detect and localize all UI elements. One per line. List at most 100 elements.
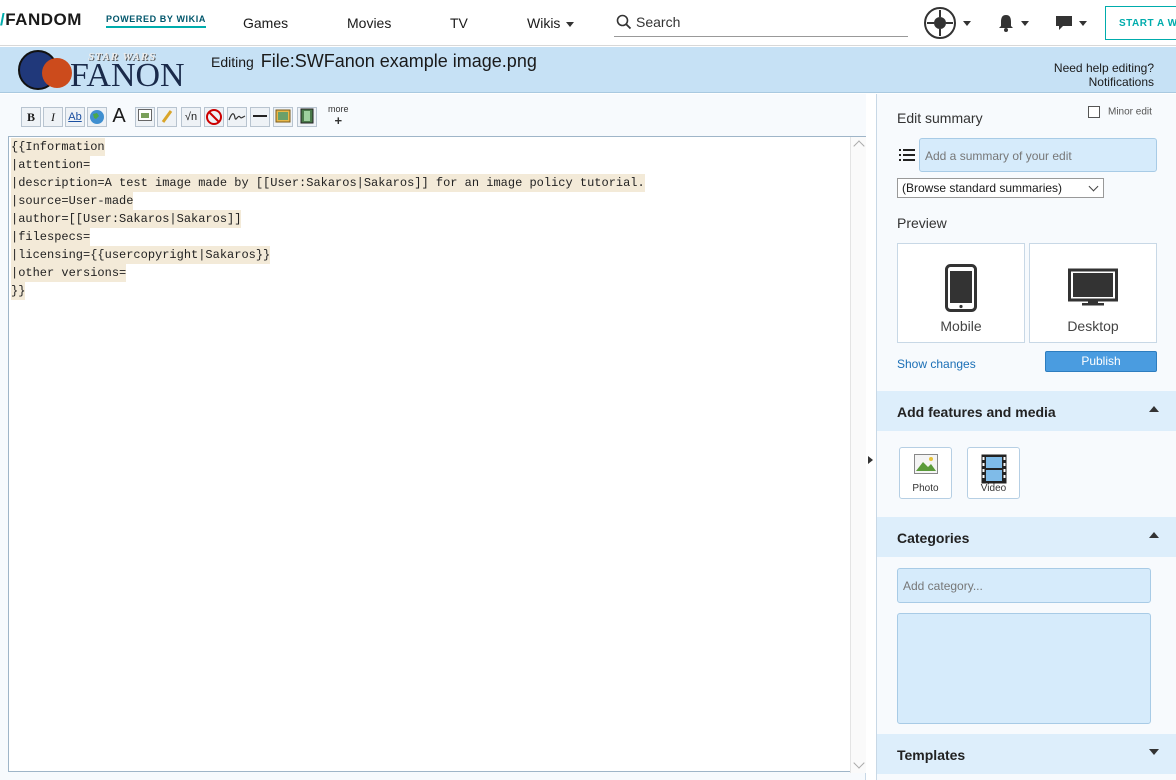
math-formula-button[interactable]: √n [181,107,201,127]
gallery-icon [275,109,291,123]
code-line: |other versions= [11,264,127,282]
video-film-icon [981,454,1006,484]
templates-heading: Templates [897,747,966,763]
scroll-down-icon[interactable] [853,757,865,769]
code-line: |author=[[User:Sakaros|Sakaros]] [11,210,242,228]
code-line: |licensing={{usercopyright|Sakaros}} [11,246,271,264]
photo-label: Photo [912,483,939,494]
chevron-down-icon [1079,20,1087,26]
edit-summary-input[interactable]: Add a summary of your edit [919,138,1157,172]
embedded-image-button[interactable] [135,107,155,127]
image-icon [138,109,152,121]
wiki-logo[interactable]: STAR WARS FANON [18,50,193,94]
user-avatar-menu[interactable] [923,7,971,39]
features-media-heading: Add features and media [897,404,1056,420]
collapse-up-icon [1149,532,1159,538]
chevron-down-icon [963,20,971,26]
add-photo-button[interactable]: Photo [899,447,952,499]
chevron-down-icon [1021,20,1029,26]
expand-down-icon [1149,749,1159,755]
notifications-menu[interactable] [997,8,1029,38]
start-a-wiki-button[interactable]: START A WIKI [1105,6,1176,40]
music-note-icon [161,110,173,123]
rebel-emblem-icon [42,58,72,88]
publish-button[interactable]: Publish [1045,351,1157,372]
logo-fanon-text: FANON [70,57,185,94]
standard-summaries-select[interactable]: (Browse standard summaries) [897,178,1104,198]
messages-menu[interactable] [1055,8,1087,38]
chevron-down-icon [1088,181,1099,192]
media-file-button[interactable] [157,107,177,127]
fandom-logo[interactable]: /FANDOM [0,10,82,30]
nav-movies[interactable]: Movies [347,15,391,31]
templates-header[interactable]: Templates [877,734,1176,774]
checkbox-icon[interactable] [1088,106,1100,118]
photo-icon [913,454,938,474]
collapse-up-icon [1149,406,1159,412]
nav-wikis[interactable]: Wikis [527,15,575,31]
external-link-button[interactable] [87,107,107,127]
wiki-header: STAR WARS FANON Editing File:SWFanon exa… [0,47,1176,94]
summary-select-value: (Browse standard summaries) [902,181,1063,195]
desktop-monitor-icon [1068,268,1118,306]
search-label: Search [636,14,681,30]
chevron-down-icon [566,21,575,27]
list-icon [899,149,915,161]
preview-desktop-button[interactable]: Desktop [1029,243,1157,343]
italic-button[interactable]: I [43,107,63,127]
summary-row: Add a summary of your edit [897,138,1157,172]
notifications-link[interactable]: Notifications [1054,75,1154,89]
powered-by-wikia[interactable]: POWERED BY WIKIA [106,14,206,28]
plus-icon: + [334,113,343,128]
signature-button[interactable] [227,107,247,127]
horizontal-line-button[interactable] [250,107,270,127]
nav-wikis-label: Wikis [527,15,561,31]
wikitext-textarea[interactable]: {{Information |attention= |description=A… [8,136,866,773]
video-toolbar-button[interactable] [297,107,317,127]
code-line: }} [11,282,26,300]
bell-icon [999,15,1013,32]
chat-bubble-icon [1056,16,1072,30]
categories-heading: Categories [897,530,970,546]
bold-button[interactable]: B [21,107,41,127]
headline-button[interactable]: A [109,106,129,127]
help-links: Need help editing? Notifications [1054,61,1154,89]
editor-toolbar: B I Ab A √n more + [0,94,866,136]
minor-edit-label: Minor edit [1108,106,1152,118]
help-editing-link[interactable]: Need help editing? [1054,61,1154,75]
categories-header[interactable]: Categories [877,517,1176,557]
internal-link-button[interactable]: Ab [65,107,85,127]
scroll-up-icon[interactable] [853,140,865,152]
show-changes-link[interactable]: Show changes [897,357,976,371]
global-navigation: /FANDOM POWERED BY WIKIA Games Movies TV… [0,0,1176,46]
gallery-button[interactable] [273,107,293,127]
collapse-rail-icon[interactable] [868,456,873,464]
add-video-button[interactable]: Video [967,447,1020,499]
film-strip-icon [300,108,314,124]
no-wiki-icon [206,109,222,125]
horizontal-line-icon [253,115,267,117]
globe-icon [90,110,104,124]
features-media-header[interactable]: Add features and media [877,391,1176,431]
add-category-input[interactable]: Add category... [897,568,1151,603]
preview-mobile-button[interactable]: Mobile [897,243,1025,343]
code-line: |source=User-made [11,192,134,210]
nav-tv[interactable]: TV [450,15,468,31]
minor-edit-checkbox[interactable]: Minor edit [1088,106,1152,118]
code-line: |filespecs= [11,228,91,246]
search-input[interactable]: Search [614,10,908,37]
code-line: {{Information [11,138,105,156]
video-label: Video [980,483,1007,494]
mobile-phone-icon [945,264,977,312]
more-tools-button[interactable]: more + [328,104,349,128]
code-line: |description=A test image made by [[User… [11,174,645,192]
fandom-brand-text: FANDOM [5,10,82,29]
nav-games[interactable]: Games [243,15,288,31]
nowiki-button[interactable] [204,107,224,127]
search-icon [616,14,632,30]
category-list [897,613,1151,724]
signature-icon [228,113,246,121]
edit-rail: Edit summary Minor edit Add a summary of… [876,94,1176,780]
preview-label: Preview [897,215,947,231]
textarea-scrollbar[interactable] [850,137,866,773]
